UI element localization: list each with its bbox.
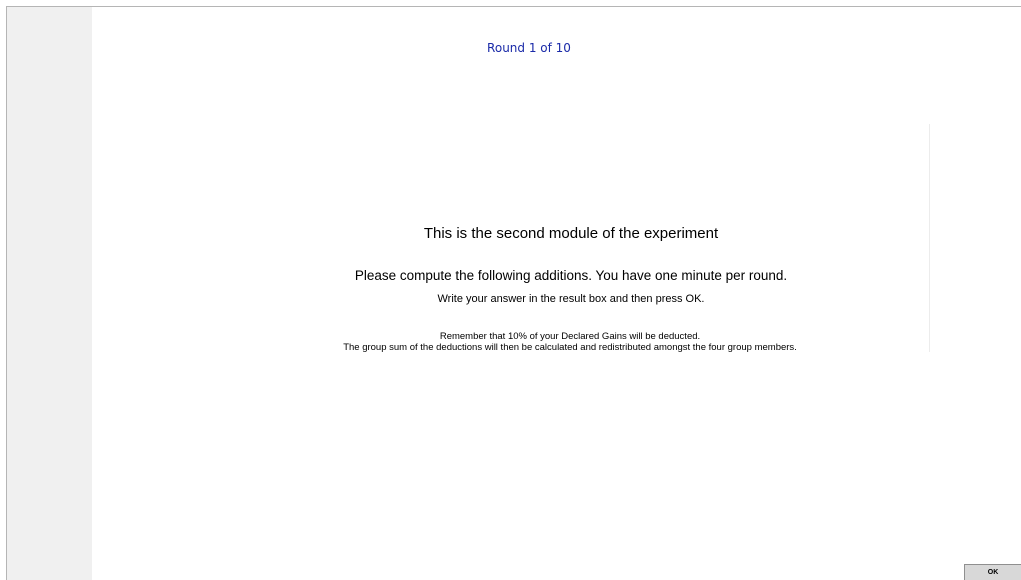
instruction-secondary: Write your answer in the result box and … <box>437 293 705 305</box>
left-panel <box>7 7 92 580</box>
deduction-note: Remember that 10% of your Declared Gains… <box>439 331 701 342</box>
instruction-primary: Please compute the following additions. … <box>354 268 788 283</box>
round-indicator: Round 1 of 10 <box>487 41 571 55</box>
ok-button[interactable]: OK <box>964 564 1021 580</box>
module-heading: This is the second module of the experim… <box>423 225 719 242</box>
redistribution-note: The group sum of the deductions will the… <box>343 342 797 353</box>
